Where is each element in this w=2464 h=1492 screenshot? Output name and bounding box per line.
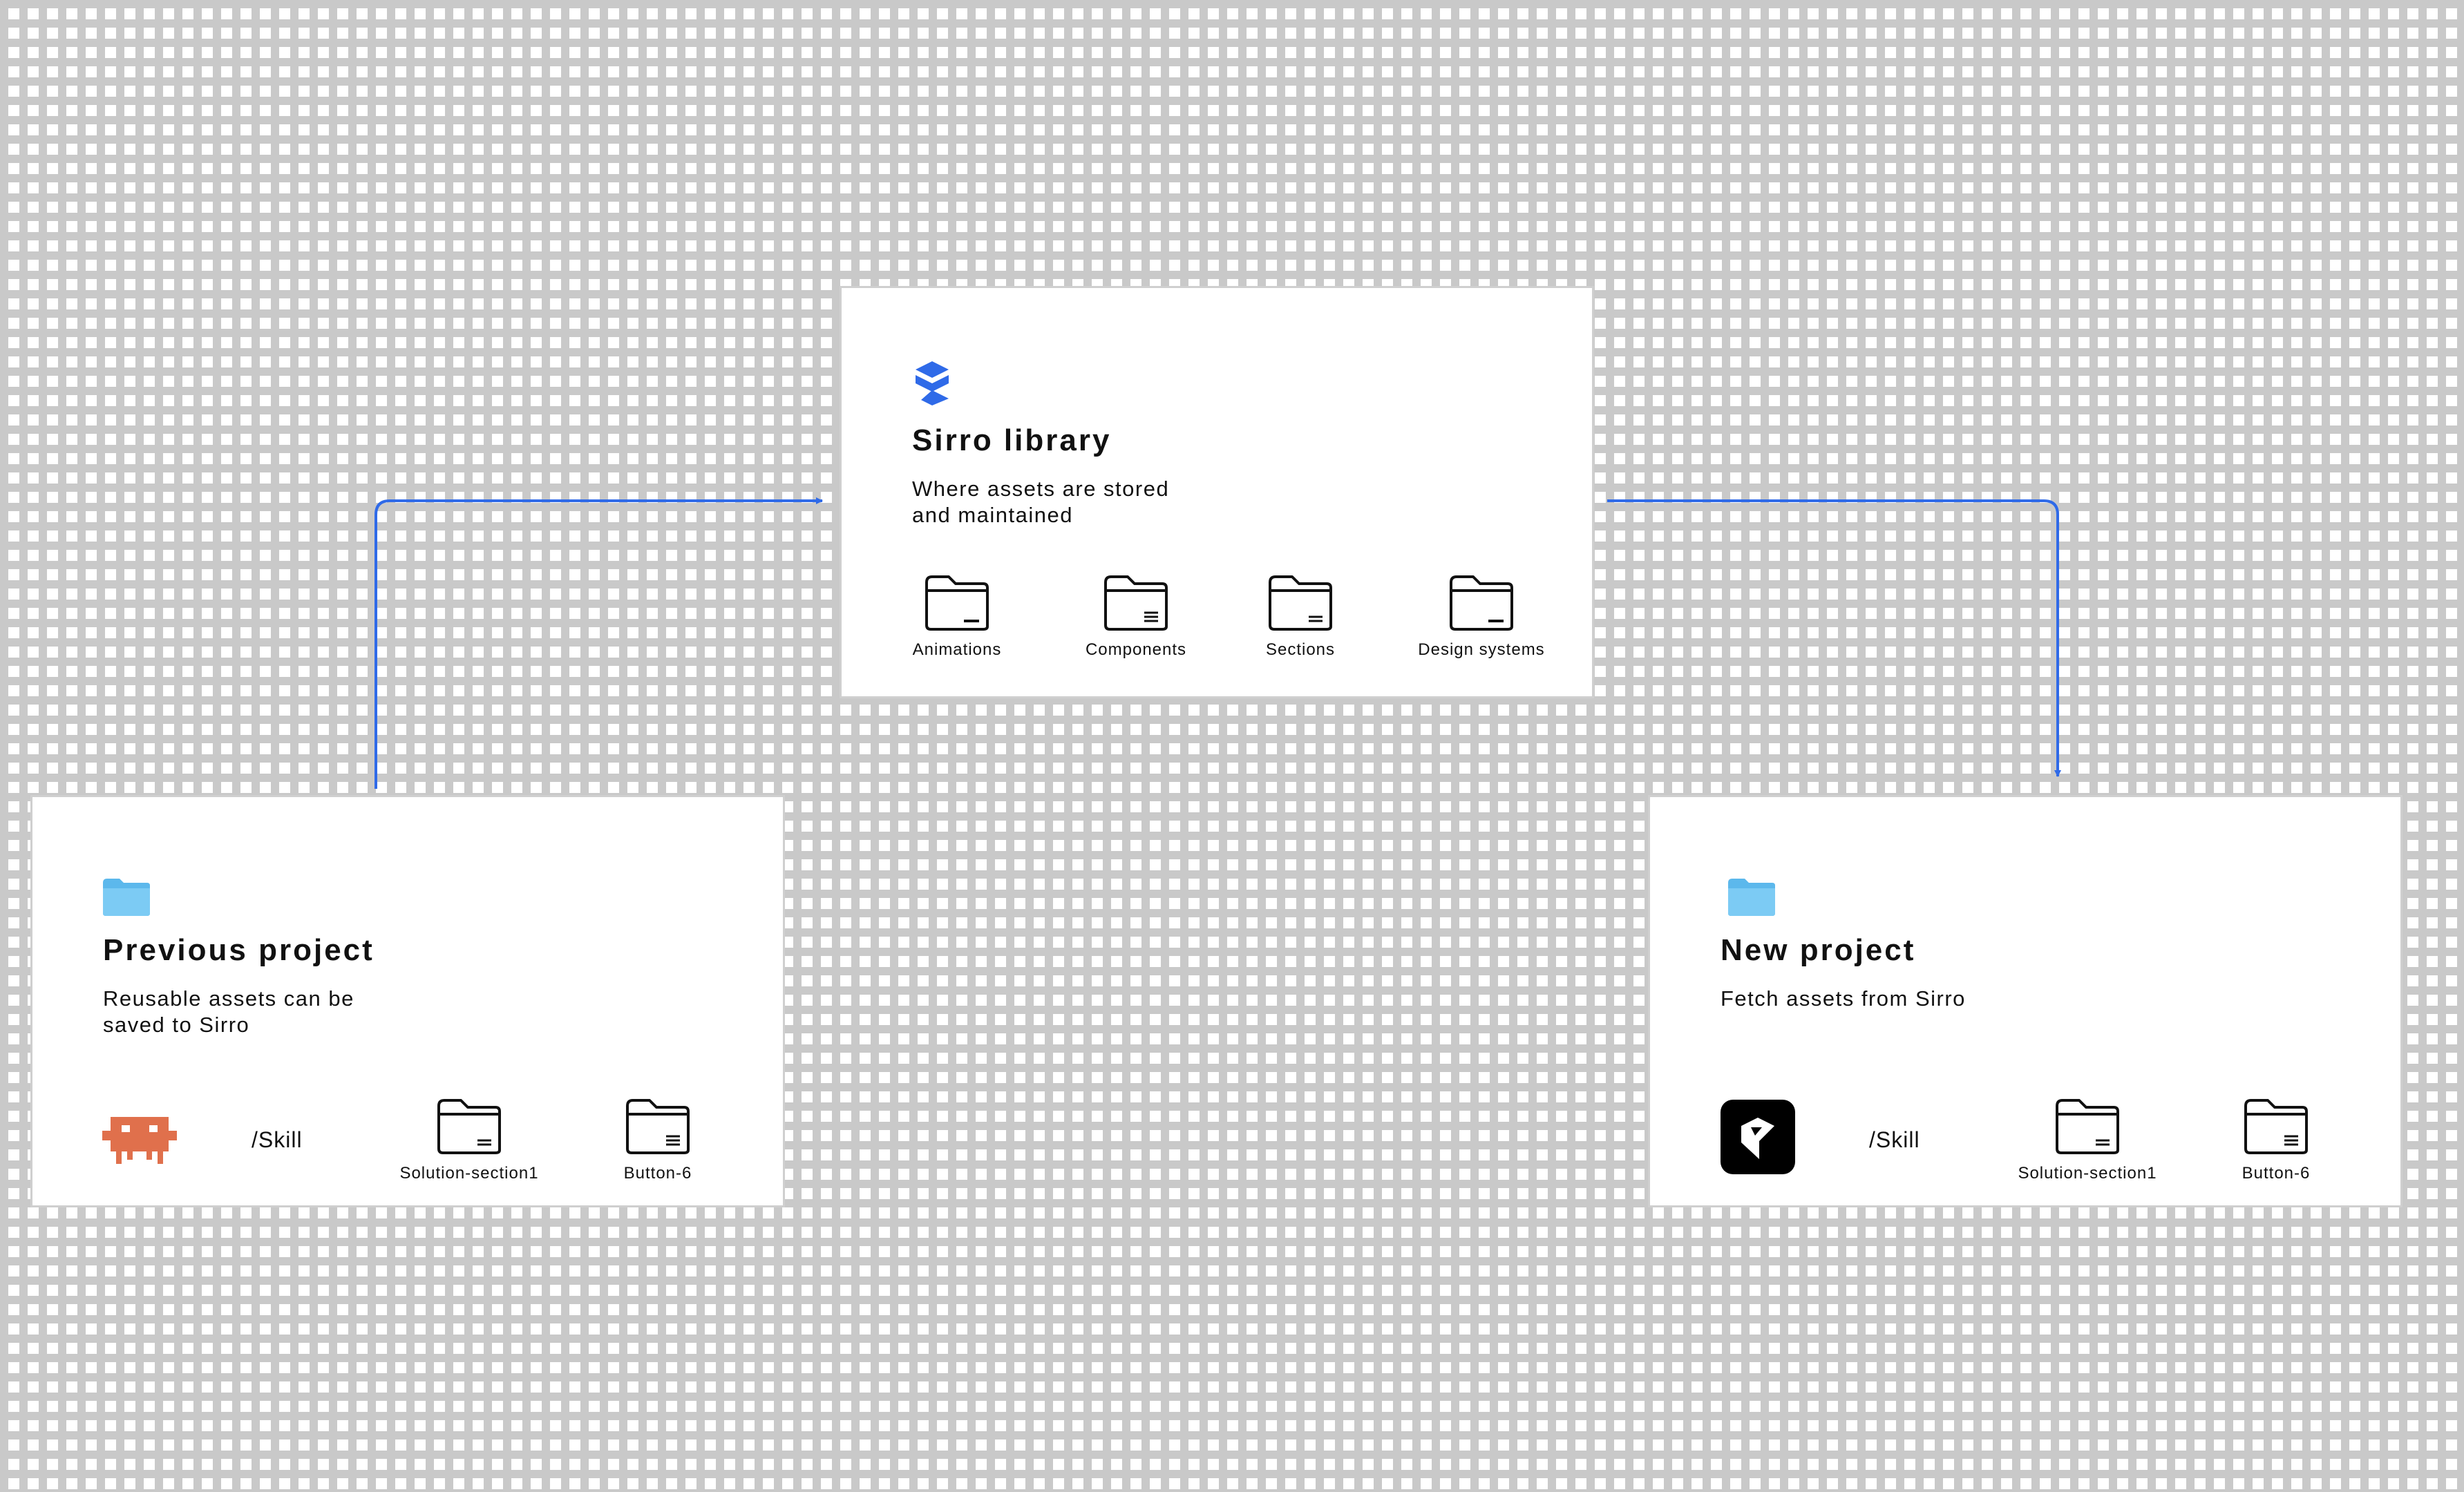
previous-project-description: Reusable assets can be saved to Sirro — [103, 986, 354, 1037]
folder-list-icon — [1269, 575, 1332, 631]
arrow-previous-to-library — [375, 497, 823, 789]
library-folder-design-systems[interactable]: Design systems — [1392, 574, 1571, 660]
library-card[interactable]: Sirro library Where assets are stored an… — [840, 286, 1594, 698]
previous-file-button-6[interactable]: Button-6 — [568, 1098, 748, 1183]
skill-pixel-logo-icon — [102, 1117, 177, 1164]
previous-project-title: Previous project — [103, 933, 375, 967]
arrow-library-to-new — [1607, 499, 2061, 777]
folder-icon — [103, 879, 150, 916]
connector-arrows — [375, 497, 2061, 789]
new-project-card[interactable]: New project Fetch assets from Sirro /Ski… — [1648, 795, 2403, 1207]
folder-icon — [437, 1099, 501, 1154]
previous-project-card[interactable]: Previous project Reusable assets can be … — [30, 795, 785, 1207]
library-folder-animations[interactable]: Animations — [867, 574, 1047, 660]
new-path-label: /Skill — [1869, 1127, 1920, 1152]
folder-icon — [1450, 575, 1513, 631]
sirro-logo-icon — [916, 361, 949, 405]
library-description: Where assets are stored and maintained — [912, 477, 1170, 527]
library-folder-components[interactable]: Components — [1046, 574, 1226, 660]
new-file-button-6[interactable]: Button-6 — [2186, 1098, 2366, 1183]
folder-icon — [1728, 879, 1775, 916]
previous-file-solution-section1[interactable]: Solution-section1 — [379, 1098, 559, 1183]
folder-list-icon — [1104, 575, 1168, 631]
library-title: Sirro library — [912, 423, 1112, 457]
framer-logo-icon — [1721, 1100, 1795, 1174]
folder-icon — [925, 575, 989, 631]
folder-icon — [2056, 1099, 2119, 1154]
new-project-description: Fetch assets from Sirro — [1721, 986, 1966, 1011]
previous-path-label: /Skill — [252, 1127, 303, 1152]
new-file-solution-section1[interactable]: Solution-section1 — [1998, 1098, 2177, 1183]
folder-list-icon — [2244, 1099, 2308, 1154]
library-folder-sections[interactable]: Sections — [1211, 574, 1390, 660]
new-project-title: New project — [1721, 933, 1916, 967]
folder-list-icon — [626, 1099, 690, 1154]
